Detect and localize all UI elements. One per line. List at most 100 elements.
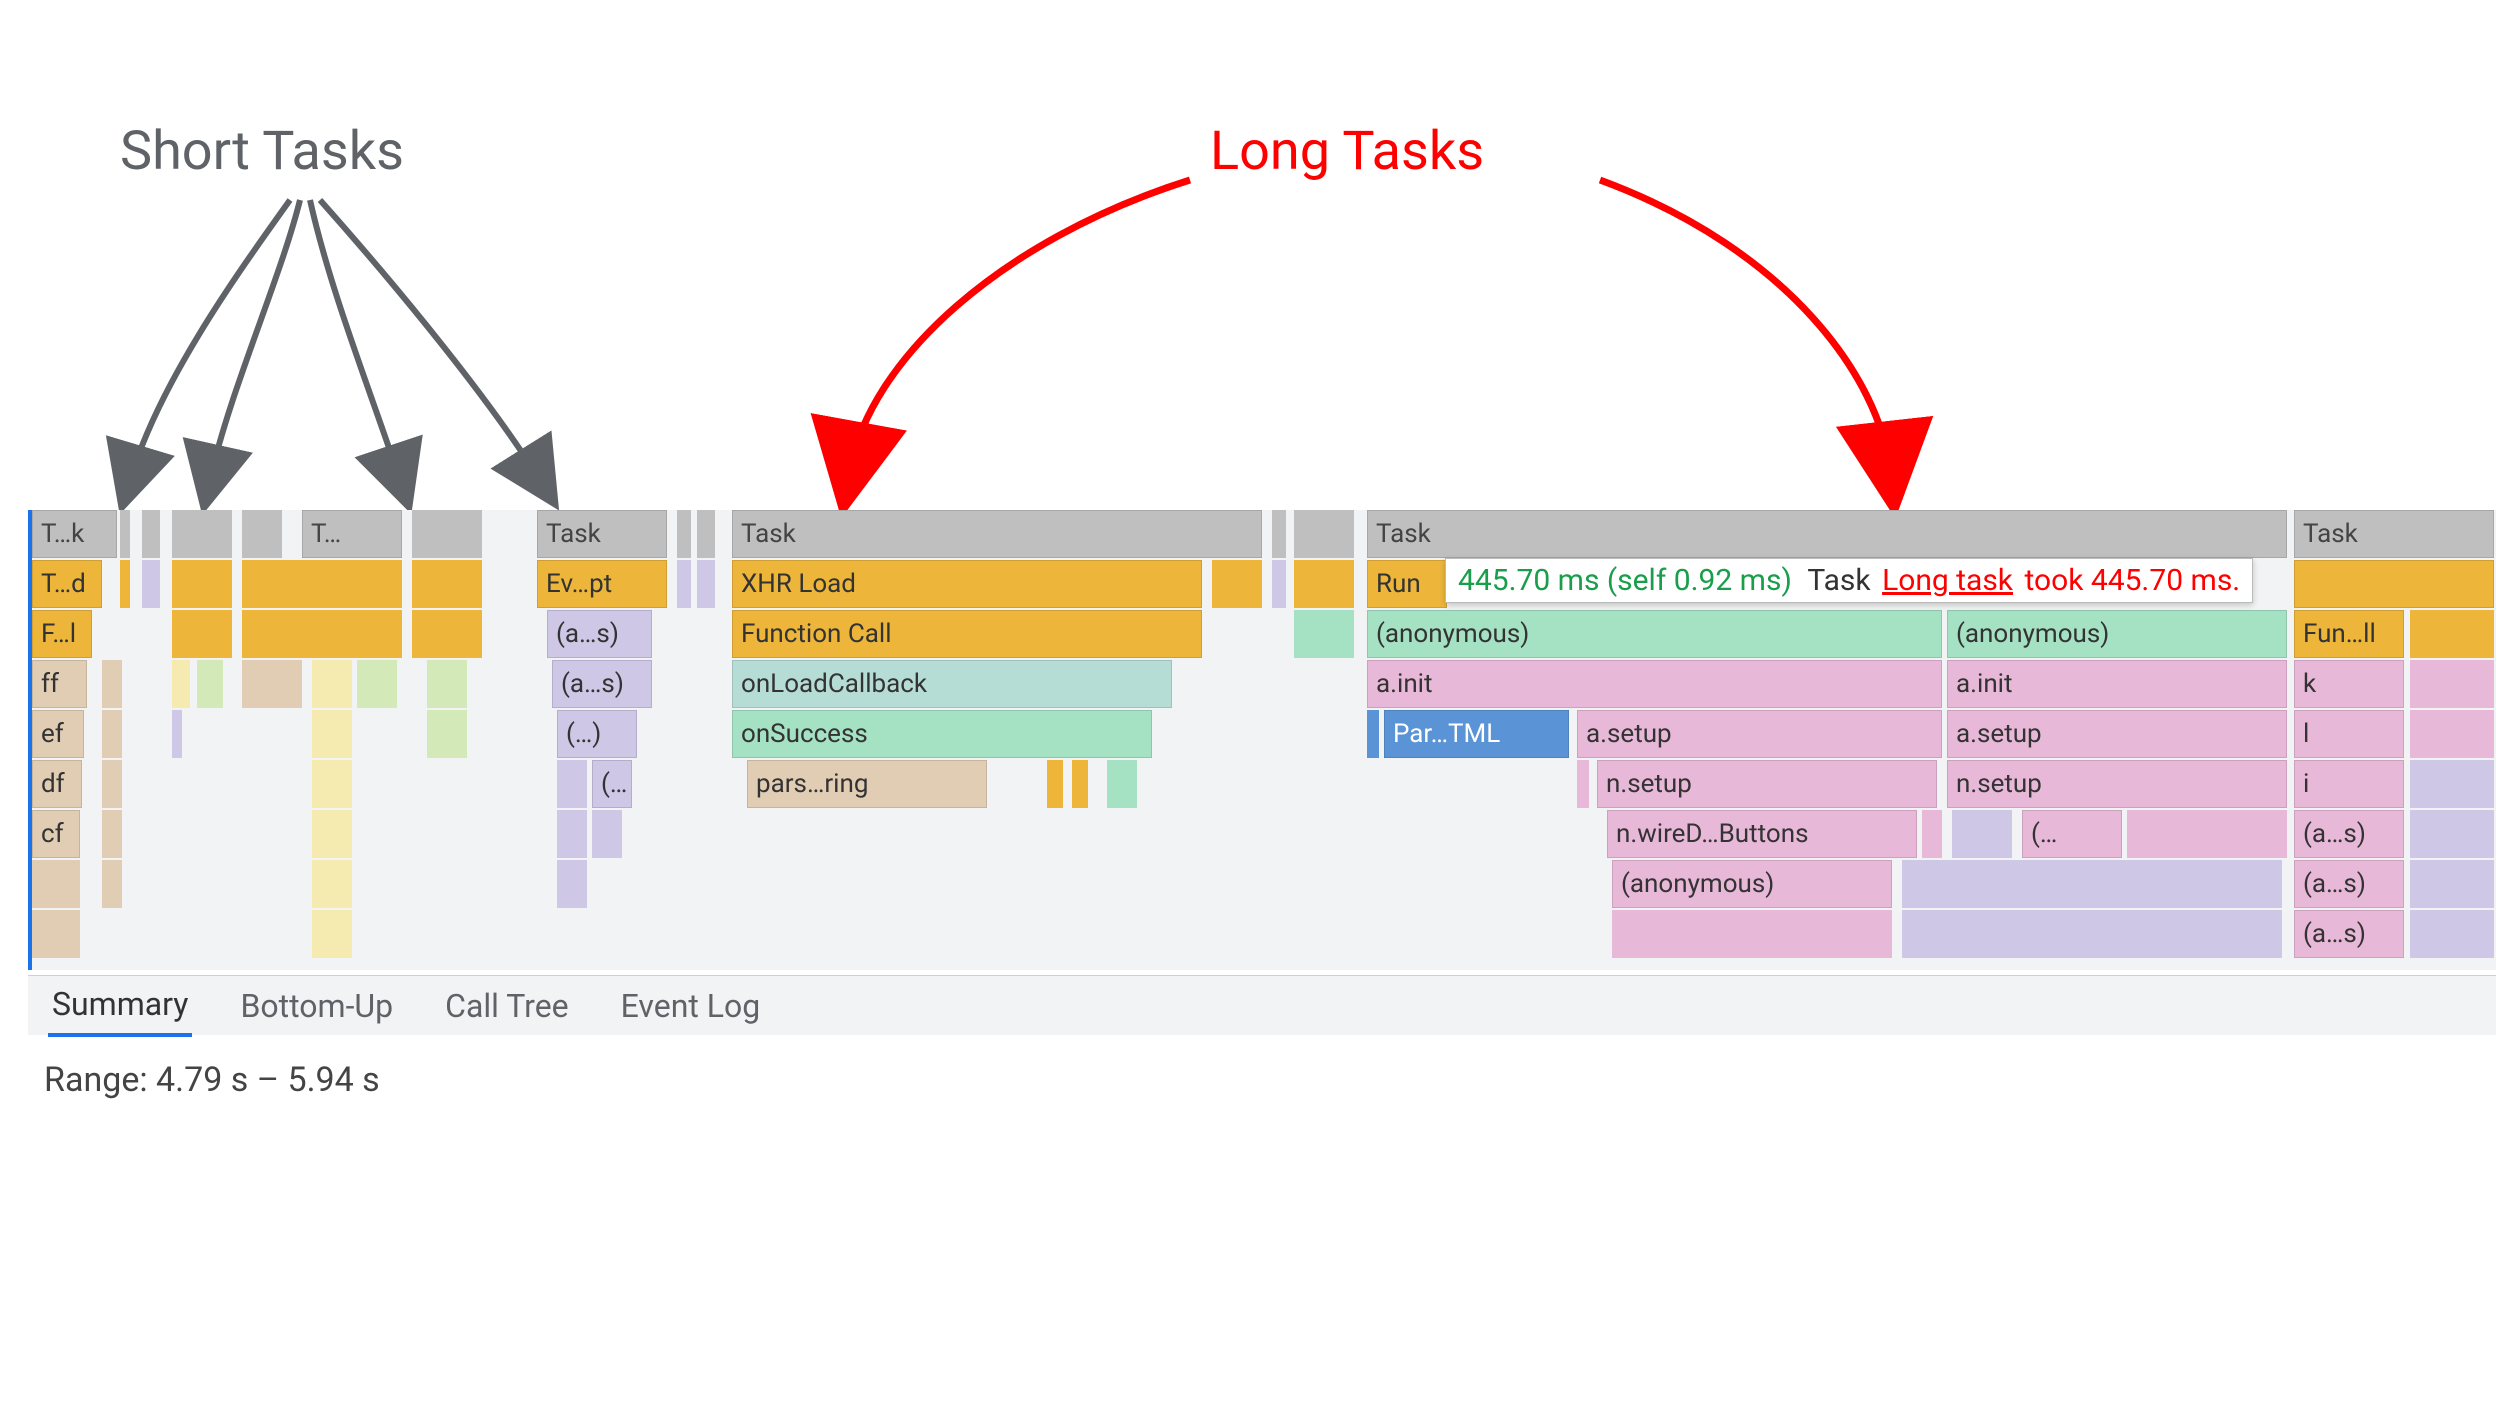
call-block[interactable]: df	[32, 760, 82, 808]
call-sliver[interactable]	[557, 760, 587, 808]
call-sliver[interactable]	[102, 710, 122, 758]
call-sliver[interactable]	[2410, 660, 2494, 708]
call-sliver[interactable]	[172, 660, 190, 708]
tab-call-tree[interactable]: Call Tree	[441, 977, 573, 1035]
call-block[interactable]: (anonymous)	[1947, 610, 2287, 658]
call-block[interactable]: (…)	[557, 710, 637, 758]
task-sliver[interactable]	[697, 510, 715, 558]
call-sliver[interactable]	[197, 660, 223, 708]
call-block[interactable]: a.setup	[1577, 710, 1942, 758]
call-sliver[interactable]	[697, 560, 715, 608]
task-sliver[interactable]	[1272, 510, 1286, 558]
call-block[interactable]: n.setup	[1947, 760, 2287, 808]
tab-event-log[interactable]: Event Log	[617, 977, 765, 1035]
call-sliver[interactable]	[1107, 760, 1137, 808]
call-sliver[interactable]	[412, 610, 482, 658]
call-block[interactable]: k	[2294, 660, 2404, 708]
call-block[interactable]: Ev…pt	[537, 560, 667, 608]
call-block[interactable]: a.setup	[1947, 710, 2287, 758]
call-block[interactable]: (…	[592, 760, 632, 808]
task-sliver[interactable]	[242, 510, 282, 558]
call-block[interactable]: onSuccess	[732, 710, 1152, 758]
call-sliver[interactable]	[1577, 760, 1589, 808]
call-block[interactable]: pars…ring	[747, 760, 987, 808]
task-block[interactable]: T…	[302, 510, 402, 558]
call-block[interactable]: Fun…ll	[2294, 610, 2404, 658]
call-sliver[interactable]	[102, 660, 122, 708]
call-sliver[interactable]	[1367, 710, 1379, 758]
task-block[interactable]: Task	[537, 510, 667, 558]
call-block[interactable]	[2294, 560, 2494, 608]
call-block[interactable]: (a…s)	[2294, 910, 2404, 958]
call-block[interactable]: i	[2294, 760, 2404, 808]
call-sliver[interactable]	[312, 660, 352, 708]
task-sliver[interactable]	[120, 510, 130, 558]
task-block[interactable]: T…k	[32, 510, 117, 558]
call-sliver[interactable]	[120, 560, 130, 608]
call-sliver[interactable]	[102, 760, 122, 808]
call-sliver[interactable]	[1047, 760, 1063, 808]
task-sliver[interactable]	[677, 510, 691, 558]
call-sliver[interactable]	[677, 560, 691, 608]
call-sliver[interactable]	[312, 910, 352, 958]
tab-bottom-up[interactable]: Bottom-Up	[236, 977, 397, 1035]
call-sliver[interactable]	[242, 660, 302, 708]
call-sliver[interactable]	[1952, 810, 2012, 858]
call-sliver[interactable]	[2127, 810, 2287, 858]
call-sliver[interactable]	[1072, 760, 1088, 808]
task-block-long[interactable]: Task	[1367, 510, 2287, 558]
call-block[interactable]: ef	[32, 710, 84, 758]
call-block[interactable]: XHR Load	[732, 560, 1202, 608]
call-block[interactable]: ff	[32, 660, 87, 708]
call-block[interactable]: (…	[2022, 810, 2122, 858]
call-block[interactable]: (a…s)	[552, 660, 652, 708]
call-block[interactable]: l	[2294, 710, 2404, 758]
call-sliver[interactable]	[1612, 910, 1892, 958]
call-block[interactable]: a.init	[1367, 660, 1942, 708]
call-sliver[interactable]	[312, 860, 352, 908]
call-block[interactable]: Function Call	[732, 610, 1202, 658]
call-sliver[interactable]	[557, 860, 587, 908]
call-block[interactable]: F…l	[32, 610, 92, 658]
call-sliver[interactable]	[2410, 810, 2494, 858]
call-sliver[interactable]	[312, 710, 352, 758]
call-sliver[interactable]	[172, 560, 232, 608]
call-sliver[interactable]	[2410, 910, 2494, 958]
task-block-long[interactable]: Task	[732, 510, 1262, 558]
call-sliver[interactable]	[312, 760, 352, 808]
call-sliver[interactable]	[32, 910, 80, 958]
call-sliver[interactable]	[427, 710, 467, 758]
task-block[interactable]: Task	[2294, 510, 2494, 558]
call-block[interactable]: (a…s)	[2294, 810, 2404, 858]
call-sliver[interactable]	[1212, 560, 1262, 608]
call-block[interactable]: a.init	[1947, 660, 2287, 708]
call-sliver[interactable]	[1272, 560, 1286, 608]
call-sliver[interactable]	[102, 860, 122, 908]
call-sliver[interactable]	[32, 860, 80, 908]
call-block[interactable]: T…d	[32, 560, 102, 608]
call-sliver[interactable]	[142, 560, 160, 608]
call-sliver[interactable]	[557, 810, 587, 858]
tab-summary[interactable]: Summary	[48, 975, 192, 1037]
call-block[interactable]: Par…TML	[1384, 710, 1569, 758]
task-sliver[interactable]	[142, 510, 160, 558]
call-sliver[interactable]	[1294, 560, 1354, 608]
call-sliver[interactable]	[2410, 860, 2494, 908]
flame-chart[interactable]: T…k T… Task Task Task Task T…d Ev…pt XHR…	[28, 510, 2496, 970]
call-sliver[interactable]	[1902, 860, 2282, 908]
call-sliver[interactable]	[2410, 710, 2494, 758]
call-sliver[interactable]	[242, 560, 402, 608]
call-block[interactable]: (a…s)	[547, 610, 652, 658]
call-sliver[interactable]	[412, 560, 482, 608]
call-sliver[interactable]	[427, 660, 467, 708]
call-block[interactable]: Run	[1367, 560, 1447, 608]
call-block[interactable]: n.setup	[1597, 760, 1937, 808]
call-block[interactable]: onLoadCallback	[732, 660, 1172, 708]
task-sliver[interactable]	[412, 510, 482, 558]
call-sliver[interactable]	[172, 610, 232, 658]
call-sliver[interactable]	[357, 660, 397, 708]
call-sliver[interactable]	[1922, 810, 1942, 858]
tooltip-long-task-link[interactable]: Long task	[1882, 563, 2013, 598]
call-sliver[interactable]	[592, 810, 622, 858]
call-block[interactable]: (anonymous)	[1612, 860, 1892, 908]
